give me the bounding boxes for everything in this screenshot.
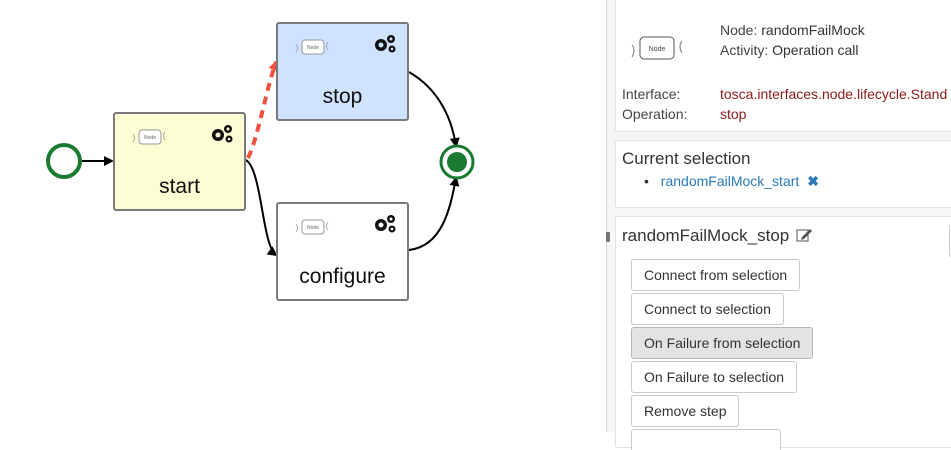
step-node-start[interactable]: Node start [113,112,246,211]
edge-start-configure [245,159,278,257]
remove-step-button[interactable]: Remove step [631,395,740,427]
connect-from-selection-button[interactable]: Connect from selection [631,259,801,291]
remove-selection-icon[interactable]: ✖ [807,173,819,189]
step-node-configure[interactable]: Node configure [276,202,409,301]
node-mini-label: Node [144,135,156,141]
step-node-stop[interactable]: Node stop [276,22,409,121]
selection-item: • randomFailMock_start ✖ [644,173,819,189]
current-selection-card: Current selection • randomFailMock_start… [615,140,951,208]
step-details-card: Node Node: randomFailMock Activity: Oper… [615,0,951,132]
node-label: stop [322,85,363,108]
node-row: Node: randomFailMock [720,22,865,38]
activity-row: Activity: Operation call [720,42,859,58]
on-failure-from-selection-button[interactable]: On Failure from selection [631,327,814,359]
workflow-canvas[interactable]: Node start Node stop Node configure [0,0,600,432]
side-panel: Node Node: randomFailMock Activity: Oper… [606,0,951,450]
operation-row: Operation: stop [622,106,747,122]
edit-icon[interactable] [796,226,812,245]
node-label: configure [299,265,386,288]
edge-stop-end [408,71,460,148]
next-button-partial[interactable] [631,429,781,450]
interface-row: Interface: tosca.interfaces.node.lifecycl… [622,86,948,102]
gears-icon [209,122,235,144]
node-type-icon: Node [631,36,683,60]
step-title: randomFailMock_stop [622,226,790,245]
selection-title: Current selection [622,149,751,168]
start-event [46,143,82,179]
on-failure-to-selection-button[interactable]: On Failure to selection [631,361,798,393]
end-event-inner [447,152,467,172]
edge-start-stop-failure [246,60,279,159]
node-type-icon: Node [295,39,329,55]
gears-icon [372,32,398,54]
step-actions-card: randomFailMock_stop Connect from selecti… [615,216,951,450]
node-label: start [159,175,200,198]
node-mini-label: Node [307,225,319,231]
gears-icon [372,212,398,234]
step-title-row: randomFailMock_stop [622,226,812,246]
node-type-icon: Node [295,219,329,235]
node-mini-label: Node [307,45,319,51]
panel-resize-handle[interactable] [605,230,611,244]
connect-to-selection-button[interactable]: Connect to selection [631,293,784,325]
svg-text:Node: Node [649,46,666,53]
edge-configure-end [408,176,460,251]
selection-item-link[interactable]: randomFailMock_start [661,173,800,189]
node-type-icon: Node [132,129,166,145]
